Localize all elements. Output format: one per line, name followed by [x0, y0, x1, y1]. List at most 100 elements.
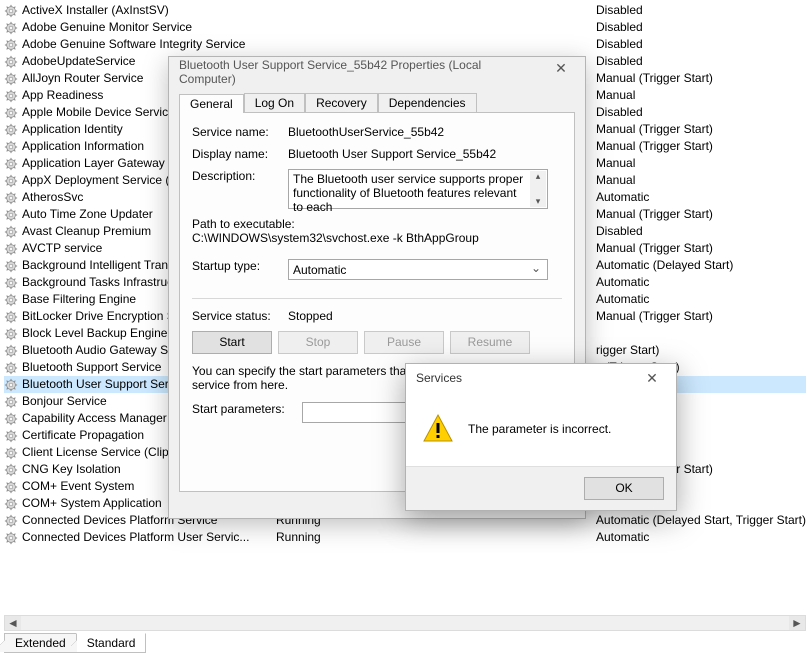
service-name: Bonjour Service	[22, 393, 107, 410]
description-scrollbar[interactable]: ▴▾	[530, 171, 546, 207]
service-name: Base Filtering Engine	[22, 291, 136, 308]
dialog-close-button[interactable]: ✕	[541, 60, 581, 84]
tab-extended[interactable]: Extended	[4, 633, 77, 653]
service-name: Adobe Genuine Monitor Service	[22, 19, 192, 36]
service-name: ActiveX Installer (AxInstSV)	[22, 2, 169, 19]
gear-icon	[4, 327, 18, 341]
msgbox-ok-button[interactable]: OK	[584, 477, 664, 500]
gear-icon	[4, 225, 18, 239]
description-textbox[interactable]: The Bluetooth user service supports prop…	[288, 169, 548, 209]
dialog-tabstrip: General Log On Recovery Dependencies	[179, 91, 575, 113]
service-name: Certificate Propagation	[22, 427, 144, 444]
scroll-left-button[interactable]: ◄	[5, 616, 21, 630]
label-startup-type: Startup type:	[192, 259, 288, 273]
label-service-name: Service name:	[192, 125, 288, 139]
gear-icon	[4, 72, 18, 86]
gear-icon	[4, 21, 18, 35]
dialog-title: Bluetooth User Support Service_55b42 Pro…	[179, 58, 541, 86]
gear-icon	[4, 4, 18, 18]
service-startup: Disabled	[596, 2, 806, 19]
warning-icon	[422, 413, 454, 445]
gear-icon	[4, 276, 18, 290]
service-row[interactable]: Connected Devices Platform User Servic..…	[4, 529, 806, 546]
service-name: Application Identity	[22, 121, 123, 138]
service-name: Auto Time Zone Updater	[22, 206, 153, 223]
msgbox-close-button[interactable]: ✕	[632, 370, 672, 387]
value-display-name: Bluetooth User Support Service_55b42	[288, 147, 562, 161]
service-row[interactable]: ActiveX Installer (AxInstSV) Disabled	[4, 2, 806, 19]
label-path: Path to executable:	[192, 217, 562, 231]
gear-icon	[4, 378, 18, 392]
service-row[interactable]: Adobe Genuine Monitor Service Disabled	[4, 19, 806, 36]
horizontal-scrollbar[interactable]: ◄ ►	[4, 615, 806, 631]
gear-icon	[4, 38, 18, 52]
gear-icon	[4, 310, 18, 324]
service-startup: Manual	[596, 155, 806, 172]
stop-button: Stop	[278, 331, 358, 354]
service-name: Connected Devices Platform User Servic..…	[22, 529, 249, 546]
startup-type-select[interactable]: Automatic	[288, 259, 548, 280]
gear-icon	[4, 293, 18, 307]
service-name: Adobe Genuine Software Integrity Service	[22, 36, 245, 53]
gear-icon	[4, 344, 18, 358]
service-startup: Manual (Trigger Start)	[596, 121, 806, 138]
gear-icon	[4, 463, 18, 477]
service-name: Application Information	[22, 138, 144, 155]
gear-icon	[4, 106, 18, 120]
label-description: Description:	[192, 169, 288, 183]
gear-icon	[4, 140, 18, 154]
service-name: AdobeUpdateService	[22, 53, 135, 70]
service-startup: Automatic	[596, 274, 806, 291]
gear-icon	[4, 497, 18, 511]
service-startup: Automatic	[596, 291, 806, 308]
service-startup: Automatic	[596, 189, 806, 206]
service-name: CNG Key Isolation	[22, 461, 121, 478]
gear-icon	[4, 123, 18, 137]
service-startup: Automatic (Delayed Start)	[596, 257, 806, 274]
gear-icon	[4, 242, 18, 256]
gear-icon	[4, 55, 18, 69]
gear-icon	[4, 395, 18, 409]
tab-recovery[interactable]: Recovery	[305, 93, 378, 112]
service-name: Apple Mobile Device Service	[22, 104, 175, 121]
gear-icon	[4, 446, 18, 460]
service-startup: Manual (Trigger Start)	[596, 70, 806, 87]
service-startup: Disabled	[596, 36, 806, 53]
gear-icon	[4, 480, 18, 494]
tab-dependencies[interactable]: Dependencies	[378, 93, 477, 112]
service-name: AVCTP service	[22, 240, 102, 257]
gear-icon	[4, 531, 18, 545]
gear-icon	[4, 259, 18, 273]
gear-icon	[4, 89, 18, 103]
divider	[192, 298, 562, 299]
tab-standard[interactable]: Standard	[76, 633, 147, 653]
label-start-parameters: Start parameters:	[192, 402, 302, 416]
tab-logon[interactable]: Log On	[244, 93, 305, 112]
scroll-right-button[interactable]: ►	[789, 616, 805, 630]
service-name: AllJoyn Router Service	[22, 70, 143, 87]
value-startup-type: Automatic	[293, 263, 346, 277]
tab-general[interactable]: General	[179, 94, 244, 113]
gear-icon	[4, 361, 18, 375]
service-name: COM+ Event System	[22, 478, 134, 495]
service-name: Bluetooth Support Service	[22, 359, 161, 376]
gear-icon	[4, 429, 18, 443]
resume-button: Resume	[450, 331, 530, 354]
gear-icon	[4, 208, 18, 222]
gear-icon	[4, 412, 18, 426]
service-startup: Disabled	[596, 19, 806, 36]
service-startup: Manual (Trigger Start)	[596, 206, 806, 223]
service-name: COM+ System Application	[22, 495, 162, 512]
service-startup: Disabled	[596, 53, 806, 70]
label-service-status: Service status:	[192, 309, 288, 323]
service-name: App Readiness	[22, 87, 103, 104]
msgbox-title: Services	[416, 371, 632, 385]
value-path: C:\WINDOWS\system32\svchost.exe -k BthAp…	[192, 231, 562, 245]
service-name: Avast Cleanup Premium	[22, 223, 151, 240]
value-service-status: Stopped	[288, 309, 562, 323]
service-startup: Manual	[596, 87, 806, 104]
service-startup: Automatic (Delayed Start, Trigger Start)	[596, 512, 806, 529]
msgbox-message: The parameter is incorrect.	[468, 422, 611, 436]
service-row[interactable]: Adobe Genuine Software Integrity Service…	[4, 36, 806, 53]
start-button[interactable]: Start	[192, 331, 272, 354]
